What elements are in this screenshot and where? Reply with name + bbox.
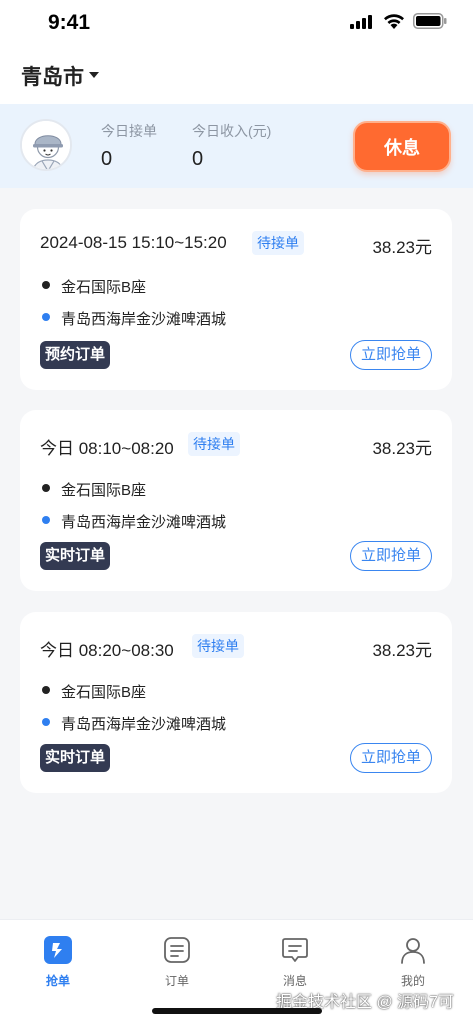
top-header: 青岛市 [0,44,473,104]
tab-label: 订单 [164,974,189,988]
dropoff-address: 青岛西海岸金沙滩啤酒城 [61,311,227,328]
wifi-icon [384,14,404,29]
dropoff-address: 青岛西海岸金沙滩啤酒城 [61,514,227,531]
order-card[interactable]: 今日 08:20~08:30 待接单 38.23元 金石国际B座 青岛西海岸金沙… [20,612,452,793]
pickup-address: 金石国际B座 [61,684,147,701]
tab-profile[interactable]: 我的 [383,936,443,996]
dropoff-address: 青岛西海岸金沙滩啤酒城 [61,716,227,733]
order-type-badge: 实时订单 [40,744,111,772]
today-orders-value: 0 [101,148,113,170]
grab-order-button[interactable]: 立即抢单 [350,340,432,370]
dropoff-dot-icon [42,718,50,726]
order-list-icon [164,937,190,963]
rider-avatar-icon [22,121,70,169]
dropoff-dot-icon [42,516,50,524]
home-indicator [152,1008,322,1014]
status-bar: 9:41 [0,0,473,44]
status-badge: 待接单 [252,231,304,255]
order-card[interactable]: 2024-08-15 15:10~15:20 待接单 38.23元 金石国际B座… [20,209,452,390]
pickup-address: 金石国际B座 [61,279,147,296]
order-price: 38.23元 [372,439,432,458]
status-time: 9:41 [48,11,91,34]
today-income-value: 0 [192,148,204,170]
grab-order-button[interactable]: 立即抢单 [350,541,432,571]
order-type-badge: 预约订单 [40,341,111,369]
rest-button[interactable]: 休息 [353,121,451,172]
tab-label: 抢单 [45,974,70,988]
status-badge: 待接单 [188,432,240,456]
order-price: 38.23元 [372,238,432,257]
grab-order-icon [44,936,72,964]
caret-down-icon[interactable] [89,72,99,78]
city-selector[interactable]: 青岛市 [21,61,84,91]
cellular-signal-icon [350,15,374,29]
order-time: 今日 08:20~08:30 [40,641,174,660]
pickup-dot-icon [42,484,50,492]
battery-icon [413,13,447,29]
tab-label: 我的 [400,974,425,988]
order-time: 今日 08:10~08:20 [40,439,174,458]
pickup-dot-icon [42,686,50,694]
avatar[interactable] [20,119,72,171]
tab-orders[interactable]: 订单 [147,936,207,996]
tab-grab-order[interactable]: 抢单 [28,936,88,996]
status-badge: 待接单 [192,634,244,658]
tab-label: 消息 [282,974,307,988]
tab-messages[interactable]: 消息 [265,936,325,996]
order-type-badge: 实时订单 [40,542,111,570]
today-orders-label: 今日接单 [101,123,157,139]
message-icon [282,938,308,962]
order-price: 38.23元 [372,641,432,660]
dropoff-dot-icon [42,313,50,321]
order-time: 2024-08-15 15:10~15:20 [40,233,227,252]
order-card[interactable]: 今日 08:10~08:20 待接单 38.23元 金石国际B座 青岛西海岸金沙… [20,410,452,591]
pickup-dot-icon [42,281,50,289]
today-income-label: 今日收入(元) [192,123,272,139]
profile-icon [401,938,425,964]
grab-order-button[interactable]: 立即抢单 [350,743,432,773]
rider-summary: 今日接单 0 今日收入(元) 0 休息 [0,104,473,188]
pickup-address: 金石国际B座 [61,482,147,499]
